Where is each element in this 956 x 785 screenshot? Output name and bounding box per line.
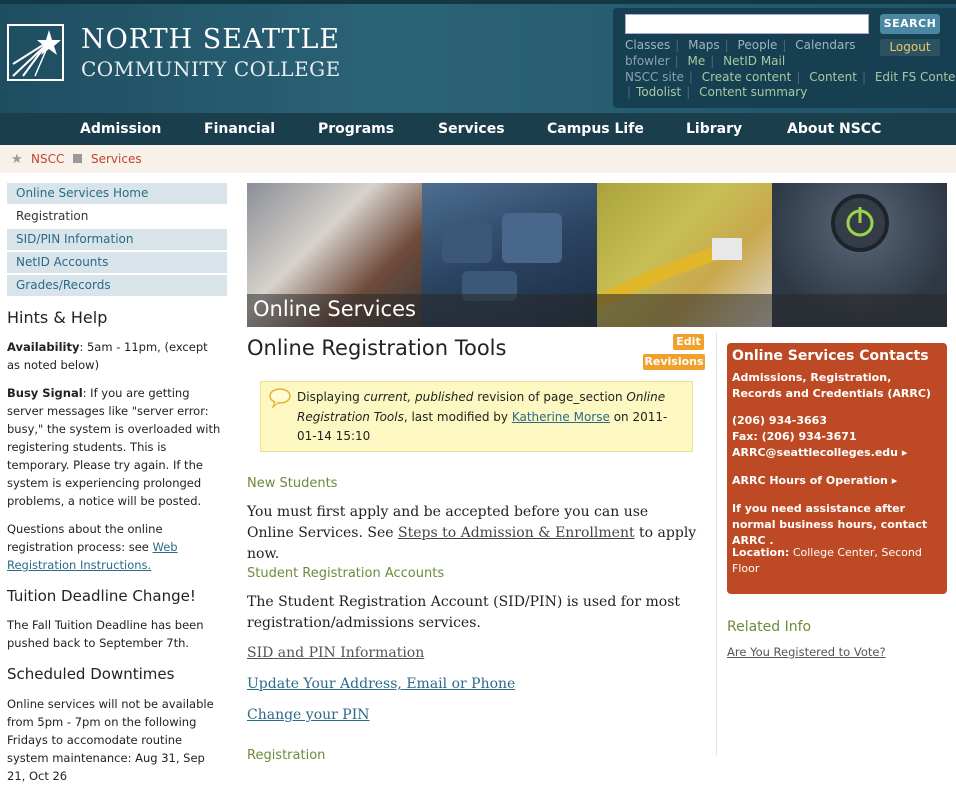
new-students-heading: New Students bbox=[247, 476, 338, 491]
online-services-banner: Online Services bbox=[247, 183, 947, 327]
nav-about[interactable]: About NSCC bbox=[787, 113, 881, 145]
admin-links-2: | Todolist | Content summary bbox=[627, 85, 808, 99]
todolist-link[interactable]: Todolist bbox=[636, 85, 681, 99]
change-pin-link[interactable]: Change your PIN bbox=[247, 707, 370, 723]
college-subname[interactable]: COMMUNITY COLLEGE bbox=[81, 57, 341, 81]
sidebar-item-grades[interactable]: Grades/Records bbox=[7, 275, 227, 296]
banner-title: Online Services bbox=[253, 297, 416, 321]
admin-links: NSCC site | Create content | Content | Edit… bbox=[625, 70, 956, 84]
new-students-text: You must first apply and be accepted bef… bbox=[247, 502, 697, 565]
availability-label: Availability bbox=[7, 340, 80, 354]
revision-notice: Displaying current, published revision o… bbox=[260, 381, 693, 452]
search-button[interactable]: SEARCH bbox=[880, 14, 940, 34]
contacts-fax: Fax: (206) 934-3671 bbox=[732, 430, 857, 443]
content-link[interactable]: Content bbox=[809, 70, 857, 84]
nav-programs[interactable]: Programs bbox=[318, 113, 394, 145]
update-address-link[interactable]: Update Your Address, Email or Phone bbox=[247, 676, 515, 692]
busy-value: : If you are getting server messages lik… bbox=[7, 386, 221, 508]
maps-link[interactable]: Maps bbox=[688, 38, 720, 52]
contacts-dept: Admissions, Registration, Records and Cr… bbox=[732, 371, 931, 400]
sid-pin-info-link[interactable]: SID and PIN Information bbox=[247, 645, 424, 661]
breadcrumb-separator-icon bbox=[73, 154, 82, 163]
nav-library[interactable]: Library bbox=[686, 113, 742, 145]
sidebar-item-netid[interactable]: NetID Accounts bbox=[7, 252, 227, 273]
questions-label: Questions about the online registration … bbox=[7, 522, 163, 554]
tuition-text: The Fall Tuition Deadline has been pushe… bbox=[7, 618, 204, 650]
location-text: Location: College Center, Second Floor bbox=[732, 545, 944, 577]
college-logo[interactable] bbox=[7, 24, 64, 81]
register-to-vote-link[interactable]: Are You Registered to Vote? bbox=[727, 645, 886, 659]
hours-text[interactable]: ARRC Hours of Operation bbox=[732, 474, 888, 487]
sidebar-item-registration[interactable]: Registration bbox=[7, 206, 227, 227]
arrow-right-icon: ▸ bbox=[901, 446, 908, 459]
column-divider bbox=[716, 333, 717, 756]
nav-admission[interactable]: Admission bbox=[80, 113, 161, 145]
downtimes-text: Online services will not be available fr… bbox=[7, 697, 214, 783]
content-summary-link[interactable]: Content summary bbox=[699, 85, 807, 99]
edit-fs-content-link[interactable]: Edit FS Content bbox=[875, 70, 956, 84]
downtimes-heading: Scheduled Downtimes bbox=[7, 665, 175, 683]
breadcrumb: ★ NSCC Services bbox=[0, 145, 956, 173]
quick-links: Classes | Maps | People | Calendars bbox=[625, 38, 856, 52]
site-header: NORTH SEATTLE COMMUNITY COLLEGE SEARCH L… bbox=[0, 0, 956, 113]
notice-part: revision of page_section bbox=[473, 390, 627, 404]
revisions-button[interactable]: Revisions bbox=[643, 354, 705, 370]
site-label: NSCC site bbox=[625, 70, 684, 84]
revision-notice-text: Displaying current, published revision o… bbox=[297, 388, 682, 447]
accounts-heading: Student Registration Accounts bbox=[247, 566, 445, 581]
user-links: bfowler | Me | NetID Mail bbox=[625, 54, 786, 68]
author-link[interactable]: Katherine Morse bbox=[512, 410, 610, 424]
nav-services[interactable]: Services bbox=[438, 113, 505, 145]
assist-text: If you need assistance after normal busi… bbox=[732, 502, 928, 547]
edit-button[interactable]: Edit bbox=[673, 334, 704, 350]
sidebar-item-sid-pin[interactable]: SID/PIN Information bbox=[7, 229, 227, 250]
admission-steps-link[interactable]: Steps to Admission & Enrollment bbox=[398, 525, 635, 541]
contacts-title: Online Services Contacts bbox=[732, 348, 929, 364]
related-info-heading: Related Info bbox=[727, 619, 812, 635]
page-title: Online Registration Tools bbox=[247, 336, 507, 360]
busy-signal-text: Busy Signal: If you are getting server m… bbox=[7, 384, 222, 510]
people-link[interactable]: People bbox=[738, 38, 778, 52]
college-name[interactable]: NORTH SEATTLE bbox=[81, 26, 340, 54]
questions-text: Questions about the online registration … bbox=[7, 520, 222, 574]
create-content-link[interactable]: Create content bbox=[702, 70, 792, 84]
location-label: Location: bbox=[732, 546, 790, 559]
email-text[interactable]: ARRC@seattlecolleges.edu bbox=[732, 446, 898, 459]
search-input[interactable] bbox=[625, 14, 869, 34]
contacts-email-link[interactable]: ARRC@seattlecolleges.edu ▸ bbox=[732, 445, 944, 461]
me-link[interactable]: Me bbox=[688, 54, 706, 68]
speech-bubble-icon bbox=[269, 388, 291, 408]
nav-financial[interactable]: Financial bbox=[204, 113, 275, 145]
contacts-phone: (206) 934-3663 bbox=[732, 414, 827, 427]
notice-part: , last modified by bbox=[403, 409, 512, 424]
username: bfowler bbox=[625, 54, 670, 68]
home-star-icon: ★ bbox=[11, 152, 23, 167]
hours-link[interactable]: ARRC Hours of Operation ▸ bbox=[732, 473, 944, 489]
accounts-text: The Student Registration Account (SID/PI… bbox=[247, 594, 681, 631]
nav-campus-life[interactable]: Campus Life bbox=[547, 113, 644, 145]
logout-button[interactable]: Logout bbox=[880, 39, 940, 56]
hints-heading: Hints & Help bbox=[7, 308, 108, 327]
notice-emphasis: current, published bbox=[363, 390, 474, 404]
calendars-link[interactable]: Calendars bbox=[795, 38, 855, 52]
breadcrumb-nscc[interactable]: NSCC bbox=[31, 152, 64, 166]
sidebar-item-online-services-home[interactable]: Online Services Home bbox=[7, 183, 227, 204]
classes-link[interactable]: Classes bbox=[625, 38, 670, 52]
availability-text: Availability: 5am - 11pm, (except as not… bbox=[7, 338, 222, 374]
arrow-right-icon: ▸ bbox=[891, 474, 898, 487]
notice-part: Displaying bbox=[297, 390, 364, 404]
breadcrumb-services[interactable]: Services bbox=[91, 152, 142, 166]
main-nav: Admission Financial Programs Services Ca… bbox=[0, 113, 956, 145]
netid-mail-link[interactable]: NetID Mail bbox=[723, 54, 785, 68]
tuition-heading: Tuition Deadline Change! bbox=[7, 587, 196, 605]
star-logo-icon bbox=[12, 30, 61, 77]
contacts-box: Online Services Contacts Admissions, Reg… bbox=[727, 343, 947, 594]
busy-label: Busy Signal bbox=[7, 386, 83, 400]
